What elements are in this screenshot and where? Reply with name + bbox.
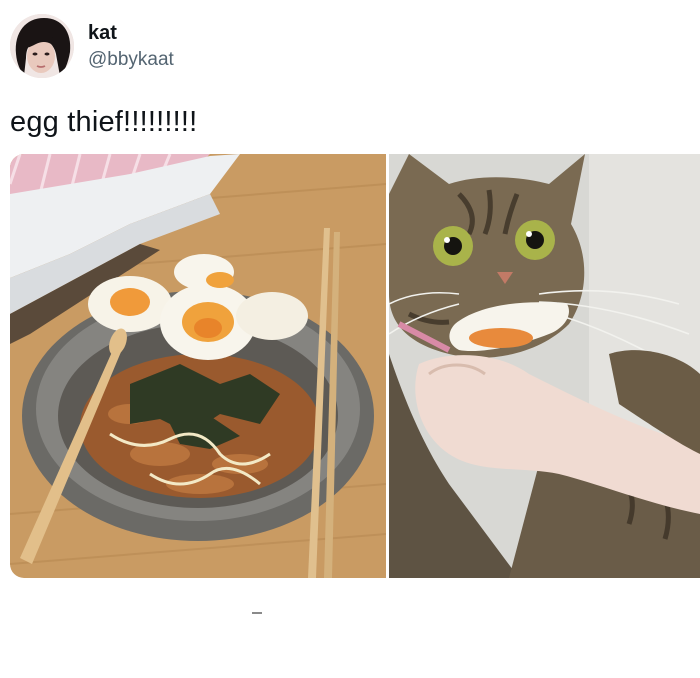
author-handle[interactable]: @bbykaat xyxy=(88,48,174,72)
tweet-media xyxy=(10,154,700,578)
divider-mark xyxy=(252,612,262,614)
food-photo[interactable] xyxy=(10,154,386,578)
cat-photo[interactable] xyxy=(389,154,700,578)
avatar[interactable] xyxy=(10,14,74,78)
tweet-header: kat @bbykaat xyxy=(10,14,174,78)
author-names: kat @bbykaat xyxy=(88,21,174,72)
author-display-name[interactable]: kat xyxy=(88,21,174,45)
tweet-text: egg thief!!!!!!!!! xyxy=(10,106,198,138)
